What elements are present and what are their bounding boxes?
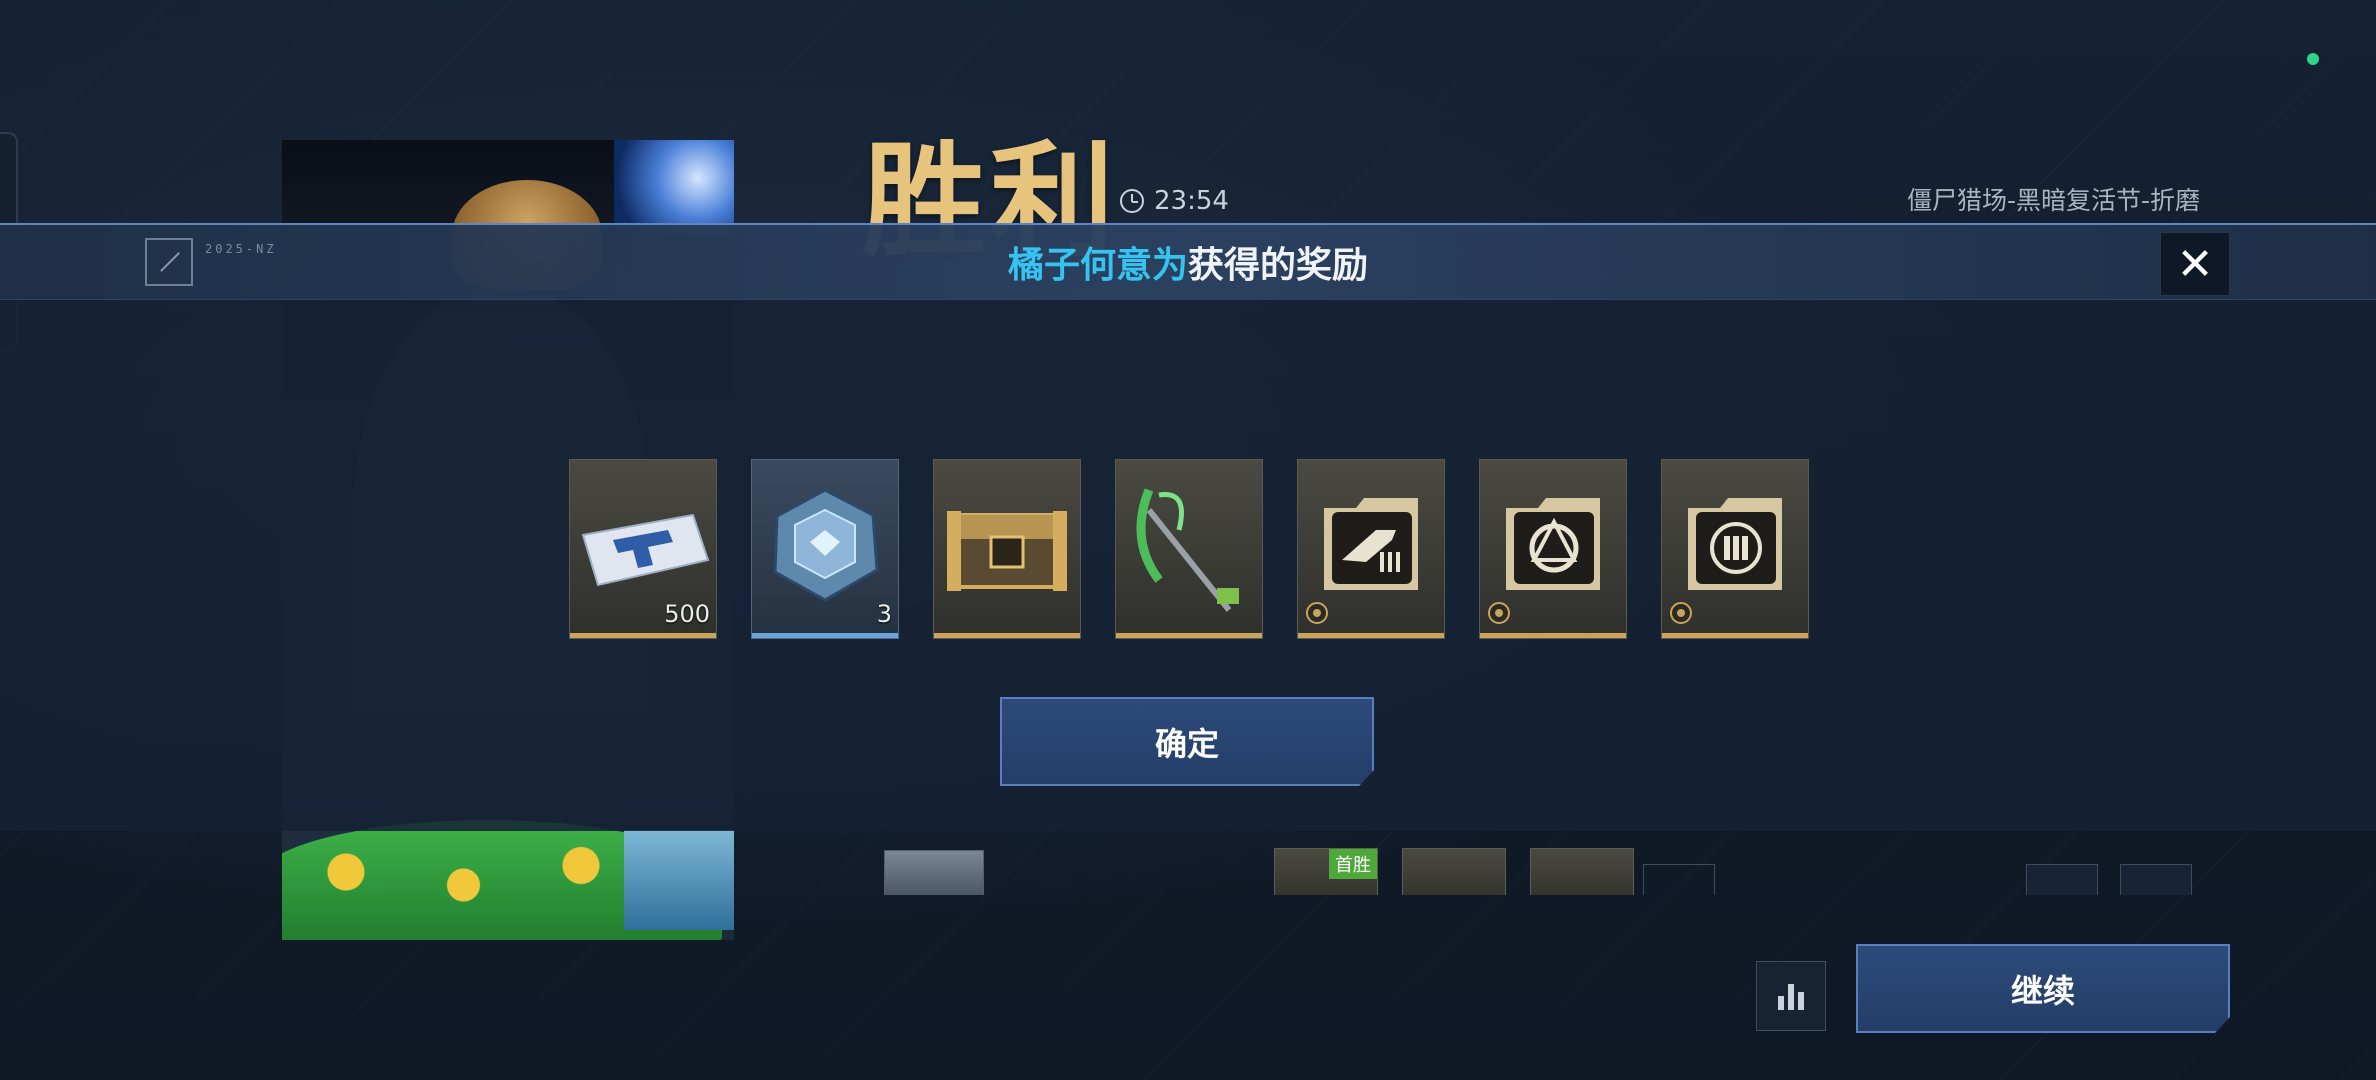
teammate-action-button[interactable] (2026, 864, 2098, 895)
bar-chart-icon (1788, 984, 1794, 1010)
reward-item-ticket[interactable]: 500 (569, 459, 717, 639)
teammate-reward-tile (1402, 848, 1506, 895)
gear-icon (1306, 602, 1328, 624)
rarity-bar (934, 633, 1080, 638)
rarity-bar (1662, 633, 1808, 638)
reward-item-emblem[interactable] (1479, 459, 1627, 639)
scythe-icon (1116, 460, 1262, 630)
player-name: 橘子何意为 (1007, 245, 1188, 286)
continue-button-label: 继续 (2010, 971, 2075, 1010)
bar-chart-icon (1778, 996, 1784, 1010)
reward-quantity: 500 (664, 600, 710, 628)
teammate-reward-tile: 首胜 (1274, 848, 1378, 895)
portrait-background-water (624, 830, 734, 930)
reward-quantity: 3 (876, 600, 892, 628)
reward-items-list: 500 3 (569, 459, 1809, 639)
reward-item-chest[interactable] (933, 459, 1081, 639)
confirm-button-label: 确定 (1154, 724, 1219, 763)
reward-item-scythe[interactable] (1115, 459, 1263, 639)
reward-title: 橘子何意为获得的奖励 (0, 236, 2376, 288)
teammate-reward-row: 首胜 (870, 840, 2230, 895)
stats-button[interactable] (1756, 961, 1826, 1031)
reward-title-suffix: 获得的奖励 (1188, 245, 1369, 286)
match-time: 23:54 (1154, 186, 1229, 216)
status-dot (2307, 53, 2319, 65)
game-mode-label: 僵尸猎场-黑暗复活节-折磨 (1906, 186, 2200, 215)
rarity-bar (1116, 633, 1262, 638)
rarity-bar (570, 633, 716, 638)
clock-icon (1120, 189, 1144, 213)
rarity-bar (752, 633, 898, 638)
gear-icon (1488, 602, 1510, 624)
gear-icon (1670, 602, 1692, 624)
portrait-art-corner (614, 140, 734, 235)
teammate-reward-slot-empty (1643, 864, 1715, 895)
reward-item-ammo-module[interactable] (1661, 459, 1809, 639)
rarity-bar (1480, 633, 1626, 638)
teammate-action-button[interactable] (2120, 864, 2192, 895)
match-timer: 23:54 (1120, 186, 1229, 216)
close-button[interactable]: ✕ (2160, 232, 2230, 296)
chest-icon (934, 460, 1080, 630)
close-icon: ✕ (2176, 238, 2214, 290)
continue-button[interactable]: 继续 (1856, 944, 2230, 1033)
teammate-reward-tile (1530, 848, 1634, 895)
rarity-bar (1298, 633, 1444, 638)
bar-chart-icon (1798, 992, 1804, 1010)
confirm-button[interactable]: 确定 (1000, 697, 1374, 786)
first-win-badge: 首胜 (1329, 849, 1377, 879)
reward-item-weapon-blueprint[interactable] (1297, 459, 1445, 639)
teammate-avatar (884, 850, 984, 895)
reward-item-crystal[interactable]: 3 (751, 459, 899, 639)
